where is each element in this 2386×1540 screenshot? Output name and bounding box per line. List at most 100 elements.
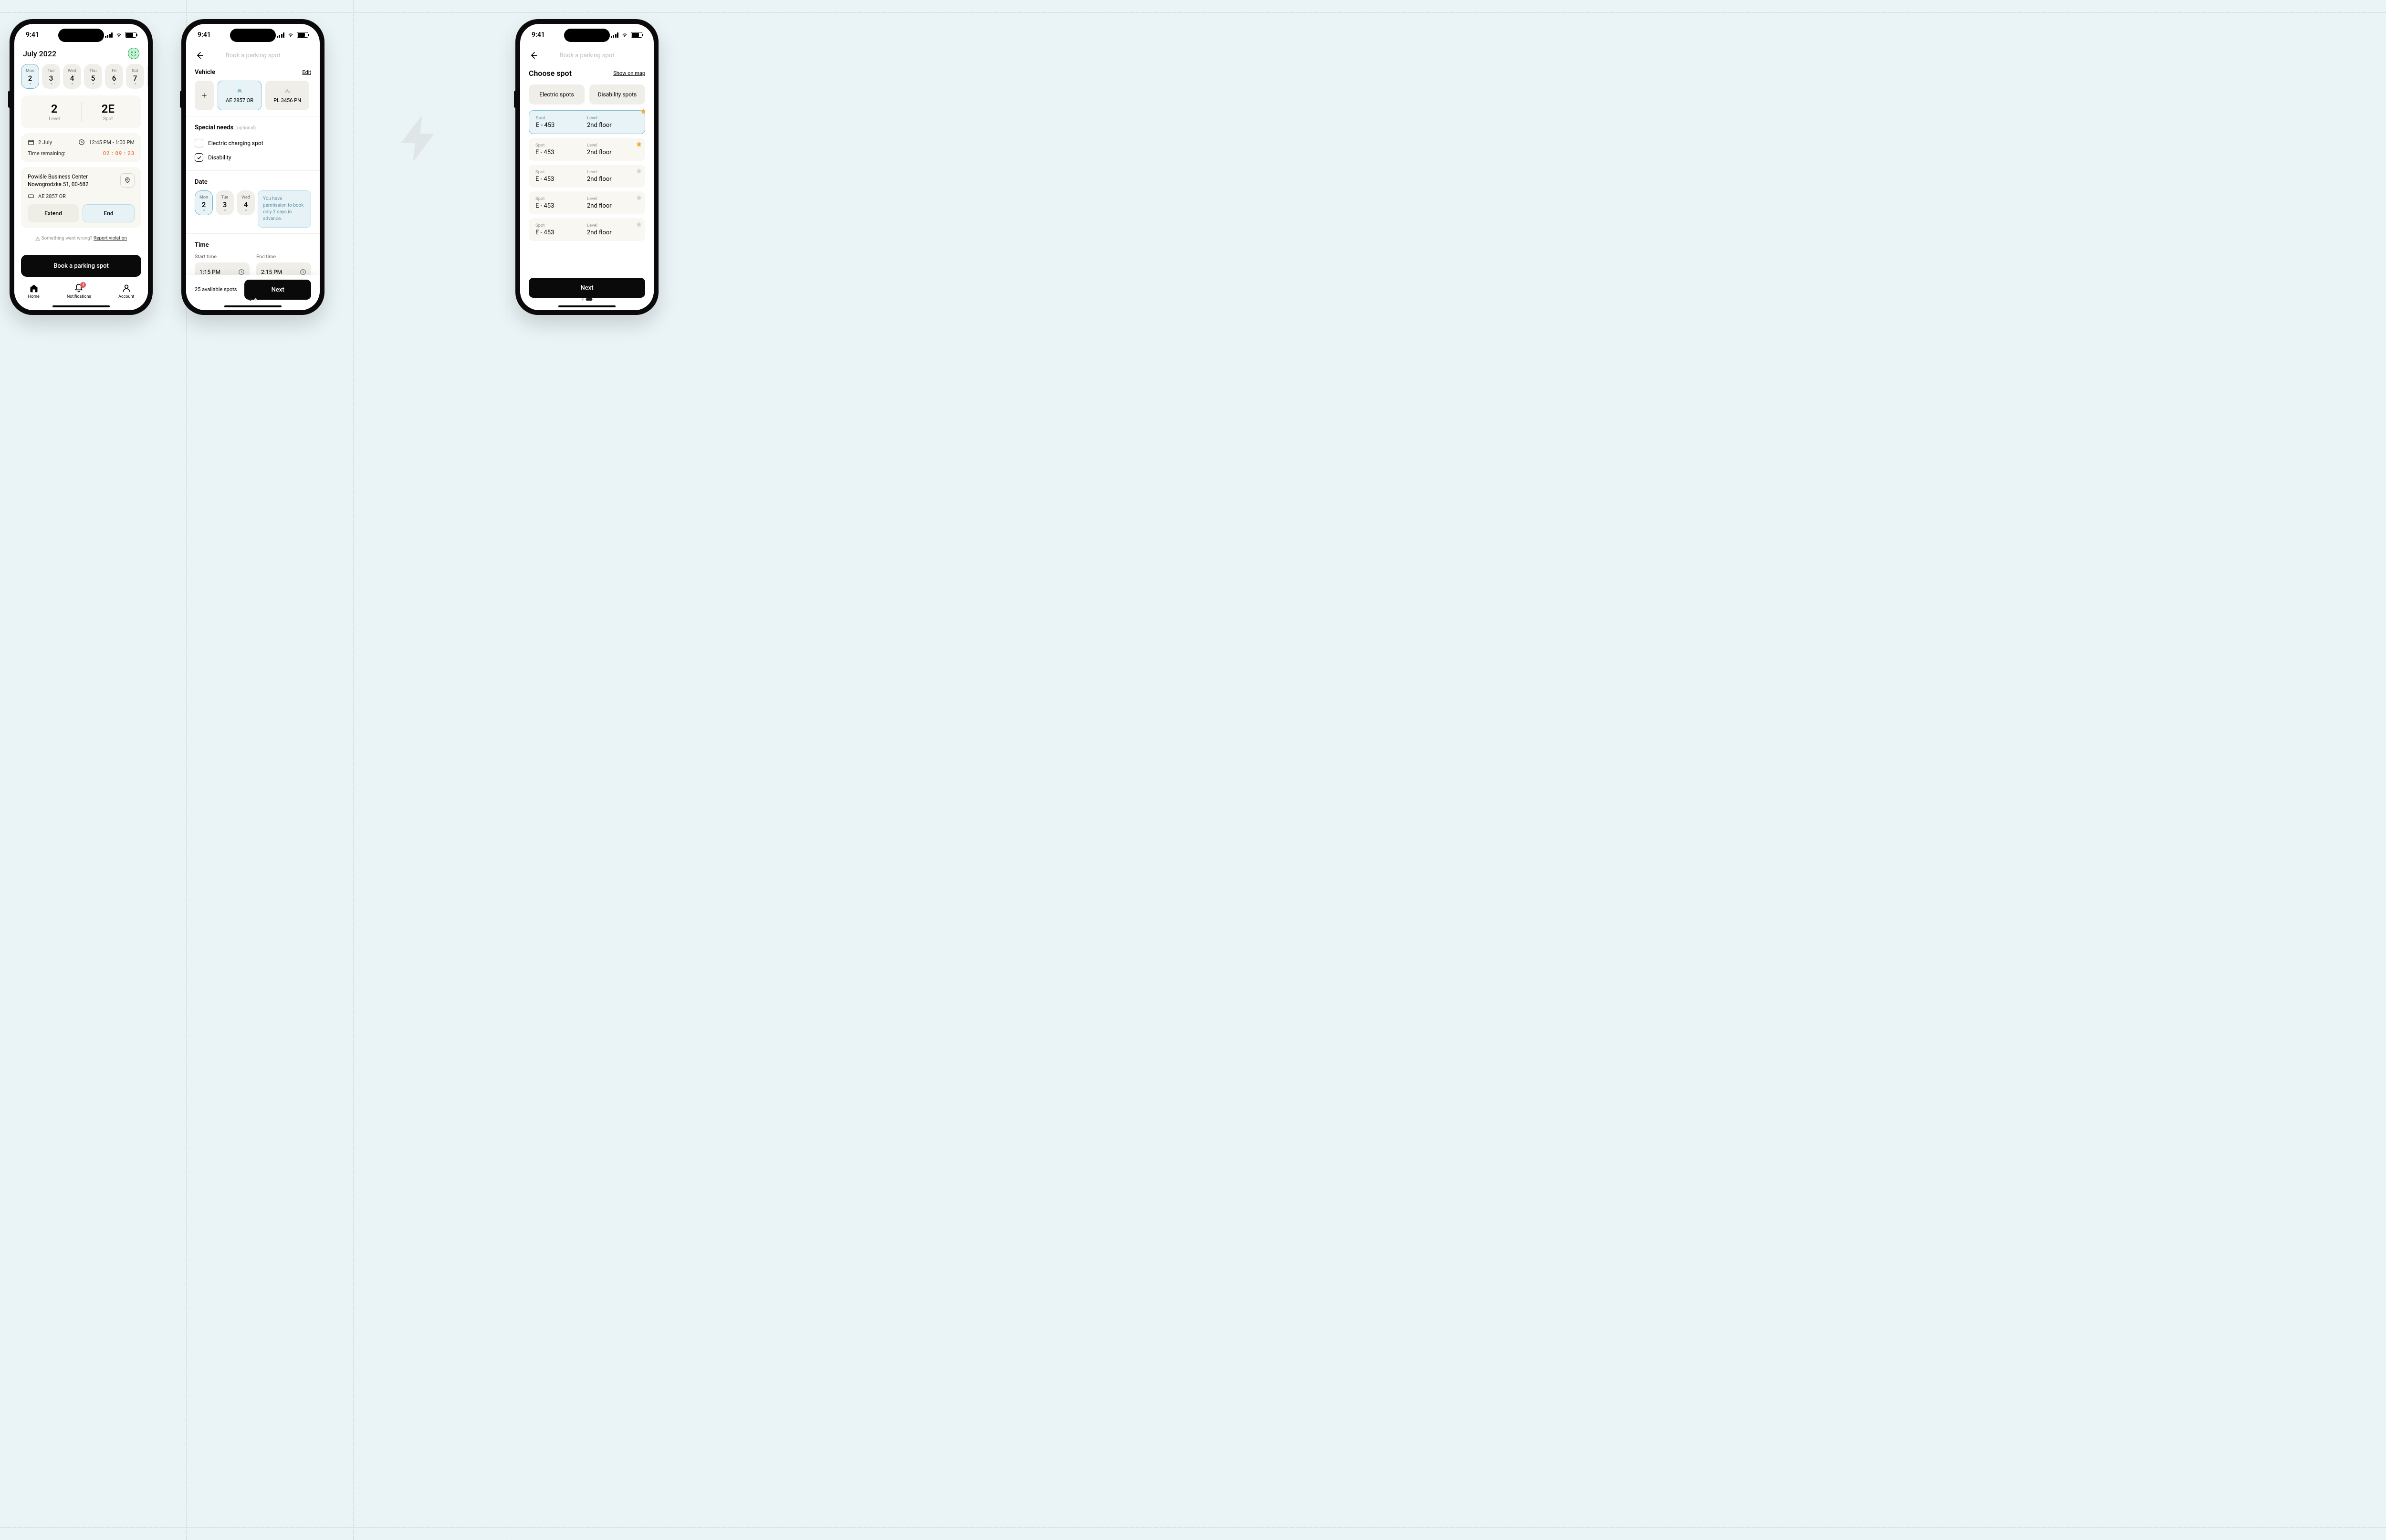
- day-chip[interactable]: Thu5: [84, 64, 102, 89]
- home-icon: [29, 283, 39, 293]
- vehicle-section-label: Vehicle: [195, 69, 215, 76]
- available-count: 25 available spots: [195, 286, 237, 293]
- level-label: Level: [28, 116, 81, 122]
- page-dots: [249, 298, 257, 301]
- spot-card[interactable]: SpotE - 453 Level2nd floor: [529, 218, 645, 241]
- remaining-label: Time remaining:: [28, 150, 65, 157]
- phone-home: 9:41 July 2022 Mon2Tue3Wed4Thu5Fri6Sat7: [10, 19, 153, 315]
- spot-list: SpotE - 453 Level2nd floor SpotE - 453 L…: [520, 110, 654, 241]
- warning-row: Something went wrong? Report violation: [14, 233, 148, 242]
- disability-checkbox-row[interactable]: Disability: [195, 150, 311, 165]
- booking-footer: 25 available spots Next: [186, 275, 320, 310]
- status-time: 9:41: [26, 31, 39, 39]
- location-card: Powiśle Business Center Nowogrodzka 51, …: [21, 167, 141, 228]
- spot-value: 2E: [82, 102, 135, 115]
- home-indicator: [224, 305, 282, 307]
- battery-icon: [125, 32, 136, 38]
- map-pin-button[interactable]: [120, 173, 135, 188]
- time-section-label: Time: [195, 241, 209, 249]
- account-icon: [122, 283, 131, 293]
- week-selector: Mon2Tue3Wed4Thu5Fri6Sat7: [14, 64, 148, 95]
- home-header: July 2022: [14, 46, 148, 64]
- wifi-icon: [287, 32, 294, 38]
- electric-checkbox-row[interactable]: Electric charging spot: [195, 136, 311, 150]
- day-chip[interactable]: Fri6: [105, 64, 123, 89]
- end-time-label: End time: [256, 253, 311, 260]
- tab-home[interactable]: Home: [28, 283, 40, 299]
- phone-choose-spot: 9:41 Book a parking spot Choose spot Sho…: [515, 19, 659, 315]
- tab-notifications[interactable]: 4 Notifications: [67, 283, 91, 299]
- choose-footer: Next: [520, 273, 654, 310]
- book-cta[interactable]: Book a parking spot: [21, 255, 141, 277]
- layout-spacer: [353, 19, 487, 258]
- extend-button[interactable]: Extend: [28, 204, 79, 222]
- star-icon[interactable]: [636, 141, 642, 147]
- filter-disability[interactable]: Disability spots: [589, 84, 645, 105]
- day-chip[interactable]: Tue3: [42, 64, 60, 89]
- star-icon[interactable]: [636, 221, 642, 228]
- car-icon: [235, 87, 244, 95]
- page-dots: [582, 298, 593, 301]
- filter-electric[interactable]: Electric spots: [529, 84, 585, 105]
- vehicle-plate: AE 2857 OR: [38, 193, 66, 199]
- phone-booking-form: 9:41 Book a parking spot Vehicle Edit: [181, 19, 324, 315]
- date-section-label: Date: [195, 178, 208, 186]
- vehicle-card[interactable]: PL 3456 PN: [265, 81, 309, 110]
- day-chip[interactable]: Wed4: [63, 64, 81, 89]
- status-icons: [611, 32, 643, 38]
- day-chip[interactable]: Sat7: [126, 64, 144, 89]
- level-value: 2: [28, 102, 81, 115]
- tab-account[interactable]: Account: [118, 283, 134, 299]
- report-link[interactable]: Report violation: [94, 236, 127, 241]
- battery-icon: [631, 32, 642, 38]
- page-title: Book a parking spot: [186, 52, 320, 59]
- star-icon[interactable]: [636, 168, 642, 174]
- warning-icon: [35, 236, 40, 241]
- pin-icon: [124, 177, 131, 184]
- show-map-link[interactable]: Show on map: [613, 70, 645, 76]
- calendar-icon: [28, 139, 34, 146]
- moto-icon: [283, 87, 292, 95]
- day-chip[interactable]: Mon2: [21, 64, 39, 89]
- day-chip[interactable]: Mon2: [195, 190, 213, 215]
- signal-icon: [611, 32, 619, 38]
- vehicle-card[interactable]: AE 2857 OR: [218, 81, 262, 110]
- next-button[interactable]: Next: [529, 278, 645, 298]
- day-chip[interactable]: Wed4: [237, 190, 255, 215]
- clock-icon: [78, 139, 85, 146]
- booking-date: 2 July: [38, 139, 52, 146]
- plus-icon: [201, 92, 208, 99]
- day-chip[interactable]: Tue3: [216, 190, 234, 215]
- status-time: 9:41: [532, 31, 545, 39]
- status-bar: 9:41: [186, 24, 320, 46]
- end-button[interactable]: End: [83, 204, 135, 222]
- spot-card[interactable]: SpotE - 453 Level2nd floor: [529, 165, 645, 188]
- status-icons: [105, 32, 137, 38]
- remaining-value: 02 : 09 : 23: [103, 150, 135, 157]
- status-time: 9:41: [198, 31, 211, 39]
- spot-card[interactable]: SpotE - 453 Level2nd floor: [529, 191, 645, 214]
- clock-icon: [238, 269, 245, 275]
- checkbox-checked-icon: [195, 153, 203, 162]
- bell-icon: 4: [74, 283, 84, 293]
- notch: [564, 29, 610, 42]
- wifi-icon: [115, 32, 123, 38]
- home-indicator: [558, 305, 616, 307]
- spot-card[interactable]: SpotE - 453 Level2nd floor: [529, 138, 645, 161]
- status-icons: [277, 32, 309, 38]
- booking-details-card: 2 July 12:45 PM - 1:00 PM Time remaining…: [21, 133, 141, 162]
- add-vehicle-button[interactable]: [195, 81, 214, 110]
- signal-icon: [105, 32, 113, 38]
- page-title: Book a parking spot: [520, 52, 654, 59]
- edit-link[interactable]: Edit: [302, 69, 311, 75]
- next-button[interactable]: Next: [244, 280, 311, 300]
- clock-icon: [300, 269, 306, 275]
- date-notice: You have permission to book only 2 days …: [258, 190, 311, 228]
- tab-bar: Home 4 Notifications Account: [14, 277, 148, 310]
- status-smile-icon[interactable]: [128, 48, 139, 59]
- star-icon[interactable]: [636, 194, 642, 201]
- spot-label: Spot: [82, 116, 135, 122]
- star-icon[interactable]: [640, 108, 647, 115]
- spot-card[interactable]: SpotE - 453 Level2nd floor: [529, 110, 645, 134]
- day-chip-overflow[interactable]: [147, 64, 148, 89]
